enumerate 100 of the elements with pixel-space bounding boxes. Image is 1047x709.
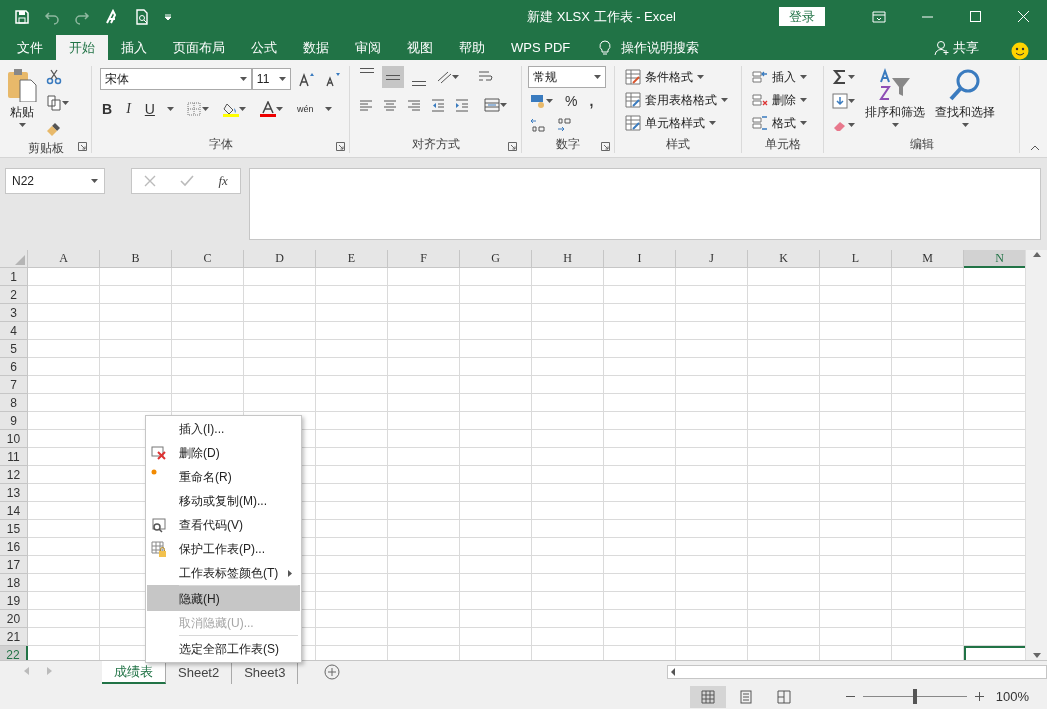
row-header[interactable]: 15 <box>0 520 28 538</box>
menu-item[interactable]: 插入(I)... <box>147 417 300 441</box>
row-header[interactable]: 5 <box>0 340 28 358</box>
row-header[interactable]: 3 <box>0 304 28 322</box>
view-button[interactable] <box>689 685 726 708</box>
row-header[interactable]: 6 <box>0 358 28 376</box>
row-header[interactable]: 9 <box>0 412 28 430</box>
font-name-dropdown[interactable]: 宋体 <box>100 68 252 90</box>
column-header[interactable]: F <box>388 250 460 268</box>
person-icon <box>934 39 950 56</box>
tell-me-search[interactable]: 操作说明搜索 <box>591 35 706 60</box>
row-header[interactable]: 7 <box>0 376 28 394</box>
menu-item[interactable]: 隐藏(H) <box>147 585 300 611</box>
dialog-launcher-icon[interactable] <box>336 142 345 151</box>
column-header[interactable]: M <box>892 250 964 268</box>
row-header[interactable]: 12 <box>0 466 28 484</box>
font-color-button[interactable] <box>257 98 285 120</box>
number-format-dropdown[interactable]: 常规 <box>528 66 606 88</box>
cells-button[interactable]: 删除 <box>750 89 815 111</box>
cell-grid[interactable] <box>28 268 1025 660</box>
caret-icon <box>721 98 728 102</box>
find-select-button[interactable]: 查找和选择 <box>933 66 997 136</box>
ribbon-tab[interactable]: 审阅 <box>342 35 394 60</box>
row-header[interactable]: 22 <box>0 646 28 660</box>
column-header[interactable]: K <box>748 250 820 268</box>
row-header[interactable]: 2 <box>0 286 28 304</box>
row-header[interactable]: 4 <box>0 322 28 340</box>
row-header[interactable]: 8 <box>0 394 28 412</box>
underline-button[interactable]: U <box>142 98 157 120</box>
cells-button[interactable]: 格式 <box>750 112 815 134</box>
vertical-scrollbar[interactable] <box>1025 250 1047 660</box>
submenu-arrow-icon <box>288 570 292 577</box>
normal-view-icon <box>699 688 716 705</box>
column-header[interactable]: G <box>460 250 532 268</box>
row-header[interactable]: 11 <box>0 448 28 466</box>
paint-bucket-icon <box>222 101 239 117</box>
ribbon-tab[interactable]: 插入 <box>108 35 160 60</box>
dialog-launcher-icon[interactable] <box>78 142 87 151</box>
column-header[interactable]: L <box>820 250 892 268</box>
menu-item[interactable]: 选定全部工作表(S) <box>147 635 300 661</box>
row-header[interactable]: 20 <box>0 610 28 628</box>
insert-function-label[interactable]: fx <box>218 173 228 189</box>
percent-button[interactable]: % <box>563 90 580 112</box>
row-header[interactable]: 19 <box>0 592 28 610</box>
dialog-launcher-icon[interactable] <box>508 142 517 151</box>
row-header[interactable]: 21 <box>0 628 28 646</box>
column-header[interactable]: E <box>316 250 388 268</box>
font-size-dropdown[interactable]: 11 <box>251 68 291 90</box>
menu-item[interactable]: 保护工作表(P)... <box>147 537 300 561</box>
styles-button[interactable]: 套用表格格式 <box>623 89 733 111</box>
column-header[interactable]: A <box>28 250 100 268</box>
page-layout-icon <box>737 688 754 705</box>
new-sheet-button[interactable] <box>324 664 341 680</box>
row-header[interactable]: 17 <box>0 556 28 574</box>
row-header[interactable]: 1 <box>0 268 28 286</box>
column-header[interactable]: C <box>172 250 244 268</box>
menu-item[interactable]: 工作表标签颜色(T) <box>147 561 300 585</box>
column-header[interactable]: D <box>244 250 316 268</box>
ribbon-tab[interactable]: 帮助 <box>446 35 498 60</box>
name-box[interactable]: N22 <box>5 168 105 194</box>
comma-button[interactable]: , <box>587 90 596 112</box>
sign-in-button[interactable]: 登录 <box>779 7 825 26</box>
zoom-thumb[interactable] <box>912 689 917 704</box>
ribbon-tab[interactable]: 文件 <box>4 35 56 60</box>
fill-button[interactable] <box>830 90 857 112</box>
styles-button[interactable]: 单元格样式 <box>623 112 733 134</box>
italic-button[interactable]: I <box>124 98 133 120</box>
bold-button[interactable]: B <box>100 98 115 120</box>
formula-input[interactable] <box>249 168 1041 240</box>
column-header[interactable]: I <box>604 250 676 268</box>
phonetic-button[interactable]: wén <box>294 98 316 120</box>
ribbon-tab[interactable]: 数据 <box>290 35 342 60</box>
copy-button[interactable] <box>44 92 71 114</box>
row-header[interactable]: 16 <box>0 538 28 556</box>
column-header[interactable]: N <box>964 250 1025 268</box>
column-header[interactable]: B <box>100 250 172 268</box>
row-header[interactable]: 14 <box>0 502 28 520</box>
paste-button[interactable]: 粘贴 <box>4 66 40 140</box>
menu-item[interactable]: 重命名(R) <box>147 465 300 489</box>
ribbon-tab[interactable]: WPS PDF <box>498 35 584 60</box>
dialog-launcher-icon[interactable] <box>601 142 610 151</box>
menu-item[interactable]: 删除(D) <box>147 441 300 465</box>
ribbon-tab[interactable]: 视图 <box>394 35 446 60</box>
menu-item[interactable]: 移动或复制(M)... <box>147 489 300 513</box>
menu-item[interactable]: 查看代码(V) <box>147 513 300 537</box>
column-header[interactable]: H <box>532 250 604 268</box>
row-header[interactable]: 13 <box>0 484 28 502</box>
row-header[interactable]: 10 <box>0 430 28 448</box>
ribbon-tab[interactable]: 页面布局 <box>160 35 238 60</box>
styles-button[interactable]: 条件格式 <box>623 66 733 88</box>
sort-filter-button[interactable]: 排序和筛选 <box>863 66 927 136</box>
share-button[interactable]: 共享 <box>928 35 985 60</box>
cells-button[interactable]: 插入 <box>750 66 815 88</box>
column-header[interactable]: J <box>676 250 748 268</box>
horizontal-scrollbar[interactable] <box>667 665 1047 679</box>
ribbon-tab[interactable]: 开始 <box>56 35 108 60</box>
align-button[interactable] <box>382 66 404 88</box>
sheet-tab[interactable]: 成绩表 <box>102 661 166 684</box>
row-header[interactable]: 18 <box>0 574 28 592</box>
ribbon-tab[interactable]: 公式 <box>238 35 290 60</box>
